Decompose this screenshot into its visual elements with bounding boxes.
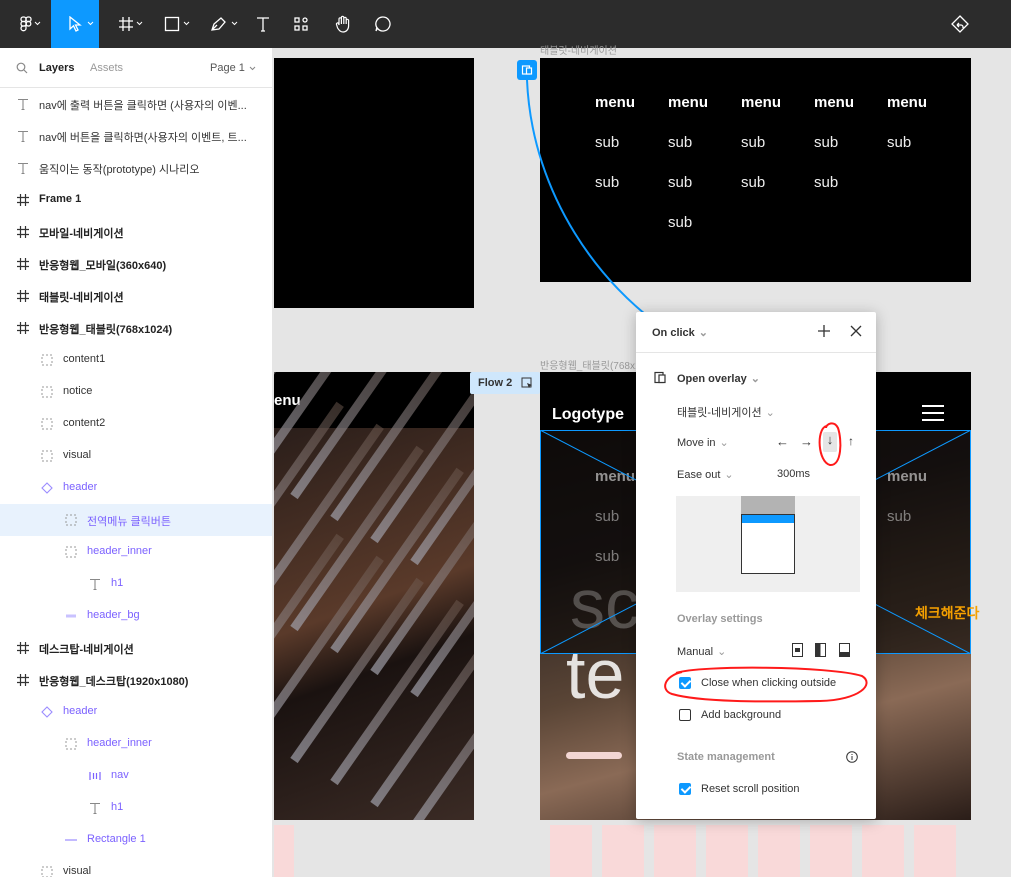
red-annotation-marks [664, 422, 868, 703]
figma-window: Layers Assets Page 1 nav에 출력 버튼을 클릭하면 (사… [0, 0, 1011, 877]
